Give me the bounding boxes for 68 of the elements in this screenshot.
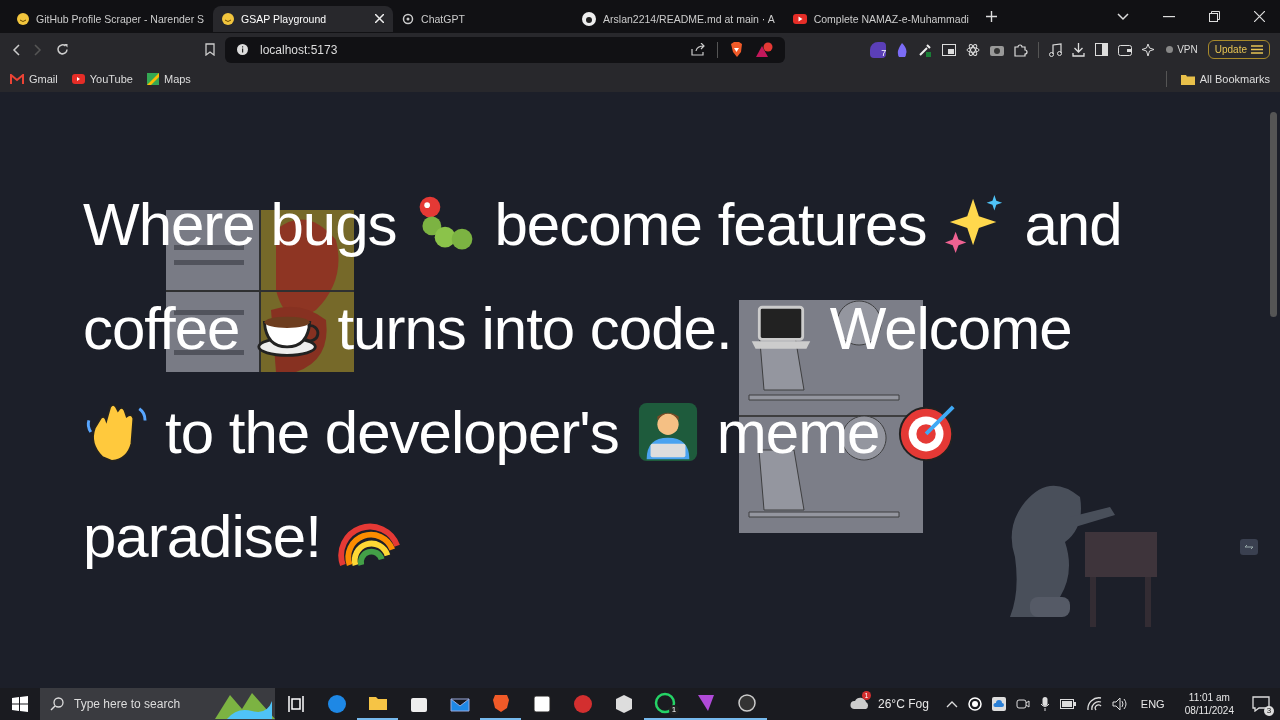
lion-shield-icon[interactable] [730, 42, 743, 57]
browser-tab[interactable]: Complete NAMAZ-e-Muhammadi [783, 5, 978, 32]
vpn-button[interactable]: VPN [1166, 44, 1198, 55]
bookmark-icon[interactable] [205, 43, 215, 56]
wallet-icon[interactable] [1118, 43, 1133, 56]
chevron-up-icon[interactable] [945, 700, 958, 708]
all-bookmarks-link[interactable]: All Bookmarks [1180, 73, 1270, 85]
clock[interactable]: 11:01 am 08/11/2024 [1184, 691, 1234, 717]
puzzle-icon[interactable] [1014, 42, 1029, 57]
play-icon [71, 74, 85, 84]
browser-tab[interactable]: ChatGPT [393, 5, 574, 32]
camera-icon[interactable] [990, 43, 1005, 56]
flame-icon[interactable] [896, 42, 909, 57]
sidebar-icon[interactable] [1095, 43, 1109, 56]
address-bar[interactable]: localhost:5173 [225, 36, 785, 63]
menu-icon [1251, 45, 1263, 54]
bookmark-link[interactable]: Maps [146, 73, 191, 85]
close-tab-icon[interactable] [375, 14, 385, 23]
headline-text: coffee [83, 293, 240, 363]
bookmark-link[interactable]: Gmail [10, 73, 58, 85]
speaker-icon[interactable] [1111, 697, 1128, 711]
camera-icon[interactable] [1015, 697, 1030, 711]
browser-tab[interactable]: GitHub Profile Scraper - Narender S [8, 5, 214, 32]
new-tab-icon[interactable] [985, 11, 997, 22]
headline-text: and [1024, 189, 1122, 259]
smiley-icon [222, 12, 235, 25]
wifi-icon[interactable] [1085, 697, 1102, 711]
bookmark-link[interactable]: YouTube [71, 73, 133, 85]
headline-text: Welcome [829, 293, 1072, 363]
reload-icon[interactable] [56, 43, 69, 56]
browser-tab[interactable]: GSAP Playground [213, 5, 394, 32]
share-icon[interactable] [691, 43, 705, 56]
search-icon [50, 697, 64, 711]
cloud-icon[interactable] [991, 697, 1006, 711]
folder-icon [1180, 73, 1195, 85]
mail-icon [10, 74, 24, 84]
close-icon[interactable] [1254, 11, 1265, 22]
triangle-icon[interactable] [755, 41, 773, 58]
taskbar-app[interactable]: 1 [644, 688, 685, 720]
eyedropper-icon[interactable] [918, 42, 933, 57]
atom-icon[interactable] [966, 42, 981, 57]
extension-button[interactable]: 7 [870, 41, 887, 58]
battery-icon[interactable] [1059, 699, 1076, 709]
headline-text: to the developer's [165, 397, 619, 467]
headline-text: become features [494, 189, 927, 259]
music-note-icon[interactable] [1049, 42, 1063, 57]
update-button[interactable]: Update [1207, 40, 1270, 59]
smiley-icon [17, 12, 29, 25]
browser-tab[interactable]: Arslan2214/README.md at main · A [573, 5, 784, 32]
message-icon [1252, 696, 1270, 712]
chevron-down-icon[interactable] [1117, 12, 1129, 21]
play-icon [792, 13, 807, 24]
taskbar-search-field[interactable]: Type here to search [40, 688, 275, 720]
sparkle-icon[interactable] [1142, 42, 1157, 57]
info-icon [237, 44, 248, 55]
headline-text: turns into code. [337, 293, 732, 363]
resize-icon[interactable] [1240, 539, 1258, 555]
restore-icon[interactable] [1209, 11, 1220, 22]
map-icon [146, 73, 159, 85]
headline-text: paradise! [83, 501, 321, 571]
back-icon[interactable] [12, 43, 20, 56]
window-icon[interactable] [942, 43, 957, 56]
minimize-icon[interactable] [1163, 15, 1175, 18]
windows-start-icon[interactable] [12, 696, 28, 712]
language-indicator[interactable]: ENG [1140, 698, 1165, 710]
download-icon[interactable] [1072, 42, 1086, 57]
microphone-icon[interactable] [1039, 697, 1050, 711]
record-icon[interactable] [967, 697, 982, 711]
